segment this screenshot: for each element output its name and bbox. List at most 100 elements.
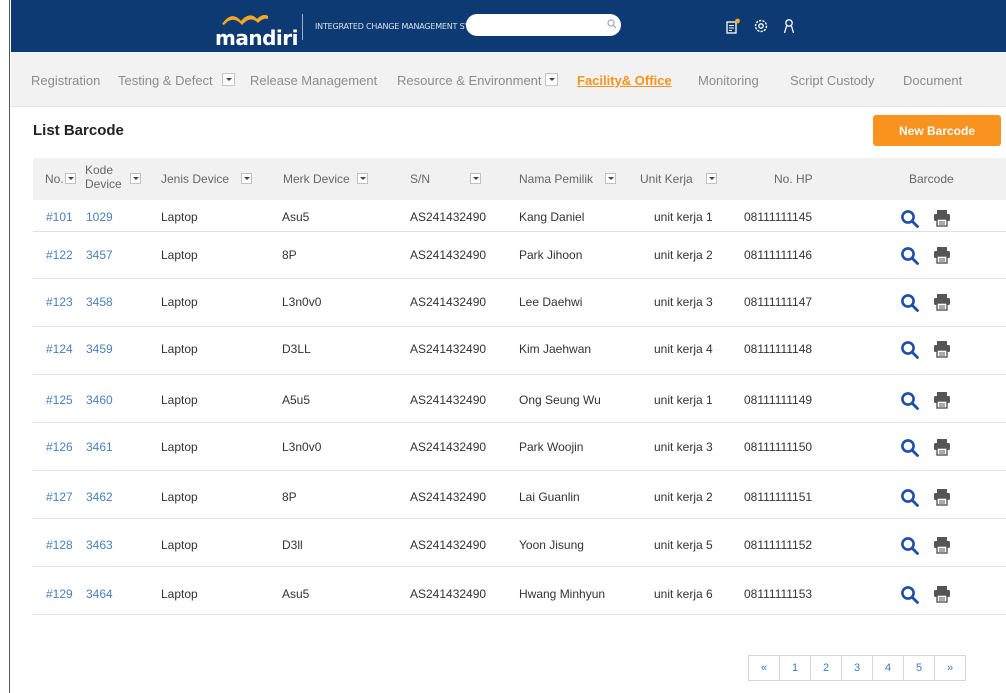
cell-kode-device[interactable]: 3463 bbox=[86, 538, 113, 552]
app: mandiri INTEGRATED CHANGE MANAGEMENT SYS… bbox=[11, 0, 1006, 693]
cell-no[interactable]: #123 bbox=[46, 295, 73, 309]
nav-resource-environment-dropdown-icon[interactable] bbox=[545, 73, 558, 86]
col-nama-filter-icon[interactable] bbox=[605, 173, 616, 184]
pagination-prev-button[interactable]: « bbox=[748, 655, 780, 681]
cell-kode-device[interactable]: 3458 bbox=[86, 295, 113, 309]
cell-kode-device[interactable]: 1029 bbox=[86, 210, 113, 224]
col-sn-filter-icon[interactable] bbox=[470, 173, 481, 184]
table-row: #122 3457 Laptop 8P AS241432490 Park Jihoon un… bbox=[33, 232, 1006, 279]
nav-facility-office[interactable]: Facility& Office bbox=[577, 73, 672, 88]
cell-no[interactable]: #128 bbox=[46, 538, 73, 552]
cell-jenis-device: Laptop bbox=[161, 587, 198, 601]
printer-icon[interactable] bbox=[932, 437, 952, 457]
cell-sn: AS241432490 bbox=[410, 440, 487, 454]
nav-document[interactable]: Document bbox=[903, 73, 962, 88]
pagination-page-2[interactable]: 2 bbox=[810, 655, 842, 681]
nav-registration[interactable]: Registration bbox=[31, 73, 100, 88]
nav-resource-environment[interactable]: Resource & Environment bbox=[397, 73, 542, 88]
header-icon-group bbox=[725, 16, 797, 36]
printer-icon[interactable] bbox=[932, 487, 952, 507]
pagination: « 1 2 3 4 5 » bbox=[748, 655, 966, 681]
col-header-kode-device: Kode Device bbox=[85, 163, 122, 191]
cell-sn: AS241432490 bbox=[410, 490, 487, 504]
search-icon[interactable] bbox=[900, 391, 920, 411]
cell-kode-device[interactable]: 3457 bbox=[86, 248, 113, 262]
printer-icon[interactable] bbox=[932, 339, 952, 359]
search-icon[interactable] bbox=[900, 488, 920, 508]
cell-no[interactable]: #126 bbox=[46, 440, 73, 454]
cell-jenis-device: Laptop bbox=[161, 440, 198, 454]
col-unit-filter-icon[interactable] bbox=[706, 173, 717, 184]
printer-icon[interactable] bbox=[932, 584, 952, 604]
printer-icon[interactable] bbox=[932, 535, 952, 555]
global-search-input[interactable] bbox=[466, 14, 621, 36]
nav-testing-defect[interactable]: Testing & Defect bbox=[118, 73, 213, 88]
cell-jenis-device: Laptop bbox=[161, 490, 198, 504]
new-barcode-button[interactable]: New Barcode bbox=[873, 115, 1001, 146]
printer-icon[interactable] bbox=[932, 208, 952, 228]
cell-jenis-device: Laptop bbox=[161, 342, 198, 356]
nav-script-custody[interactable]: Script Custody bbox=[790, 73, 875, 88]
pagination-page-4[interactable]: 4 bbox=[872, 655, 904, 681]
cell-no-hp: 08111111149 bbox=[744, 393, 813, 407]
cell-kode-device[interactable]: 3462 bbox=[86, 490, 113, 504]
printer-icon[interactable] bbox=[932, 245, 952, 265]
col-header-kode: Kode bbox=[85, 163, 114, 177]
search-icon[interactable] bbox=[900, 340, 920, 360]
col-header-no-hp: No. HP bbox=[774, 172, 813, 186]
col-no-filter-icon[interactable] bbox=[65, 173, 76, 184]
cell-merk-device: D3LL bbox=[282, 342, 311, 356]
search-icon[interactable] bbox=[607, 19, 617, 29]
search-icon[interactable] bbox=[900, 585, 920, 605]
cell-no[interactable]: #124 bbox=[46, 342, 73, 356]
cell-no[interactable]: #122 bbox=[46, 248, 73, 262]
pagination-next-button[interactable]: » bbox=[934, 655, 966, 681]
notification-document-icon[interactable] bbox=[725, 18, 741, 34]
cell-unit-kerja: unit kerja 1 bbox=[654, 393, 713, 407]
settings-gear-icon[interactable] bbox=[753, 18, 769, 34]
table-row: #101 1029 Laptop Asu5 AS241432490 Kang Daniel… bbox=[33, 200, 1006, 232]
cell-unit-kerja: unit kerja 3 bbox=[654, 440, 713, 454]
cell-nama-pemilik: Kang Daniel bbox=[519, 210, 585, 224]
table-row: #127 3462 Laptop 8P AS241432490 Lai Guanlin un… bbox=[33, 471, 1006, 519]
search-icon[interactable] bbox=[900, 536, 920, 556]
cell-sn: AS241432490 bbox=[410, 210, 487, 224]
cell-no-hp: 08111111151 bbox=[744, 490, 813, 504]
cell-merk-device: A5u5 bbox=[282, 393, 311, 407]
printer-icon[interactable] bbox=[932, 390, 952, 410]
logo-text: mandiri bbox=[215, 26, 298, 50]
pagination-page-5[interactable]: 5 bbox=[903, 655, 935, 681]
cell-no-hp: 08111111150 bbox=[744, 440, 813, 454]
cell-kode-device[interactable]: 3460 bbox=[86, 393, 113, 407]
main-nav: Registration Testing & Defect Release Ma… bbox=[11, 52, 1006, 107]
mandiri-logo[interactable]: mandiri bbox=[215, 12, 299, 50]
user-profile-icon[interactable] bbox=[781, 18, 797, 34]
search-icon[interactable] bbox=[900, 293, 920, 313]
nav-monitoring[interactable]: Monitoring bbox=[698, 73, 759, 88]
cell-kode-device[interactable]: 3461 bbox=[86, 440, 113, 454]
col-merk-filter-icon[interactable] bbox=[357, 173, 368, 184]
cell-no[interactable]: #101 bbox=[46, 210, 73, 224]
nav-release-management[interactable]: Release Management bbox=[250, 73, 377, 88]
search-icon[interactable] bbox=[900, 209, 920, 229]
cell-kode-device[interactable]: 3459 bbox=[86, 342, 113, 356]
cell-nama-pemilik: Lai Guanlin bbox=[519, 490, 580, 504]
search-icon[interactable] bbox=[900, 438, 920, 458]
cell-kode-device[interactable]: 3464 bbox=[86, 587, 113, 601]
pagination-page-1[interactable]: 1 bbox=[779, 655, 811, 681]
col-jenis-filter-icon[interactable] bbox=[241, 173, 252, 184]
search-icon[interactable] bbox=[900, 246, 920, 266]
cell-no[interactable]: #127 bbox=[46, 490, 73, 504]
col-kode-filter-icon[interactable] bbox=[130, 173, 141, 184]
cell-merk-device: 8P bbox=[282, 248, 297, 262]
cell-no[interactable]: #129 bbox=[46, 587, 73, 601]
cell-unit-kerja: unit kerja 2 bbox=[654, 248, 713, 262]
pagination-page-3[interactable]: 3 bbox=[841, 655, 873, 681]
cell-no[interactable]: #125 bbox=[46, 393, 73, 407]
cell-merk-device: L3n0v0 bbox=[282, 440, 322, 454]
printer-icon[interactable] bbox=[932, 292, 952, 312]
cell-unit-kerja: unit kerja 6 bbox=[654, 587, 713, 601]
cell-sn: AS241432490 bbox=[410, 587, 487, 601]
nav-testing-defect-dropdown-icon[interactable] bbox=[222, 73, 235, 86]
cell-jenis-device: Laptop bbox=[161, 210, 198, 224]
